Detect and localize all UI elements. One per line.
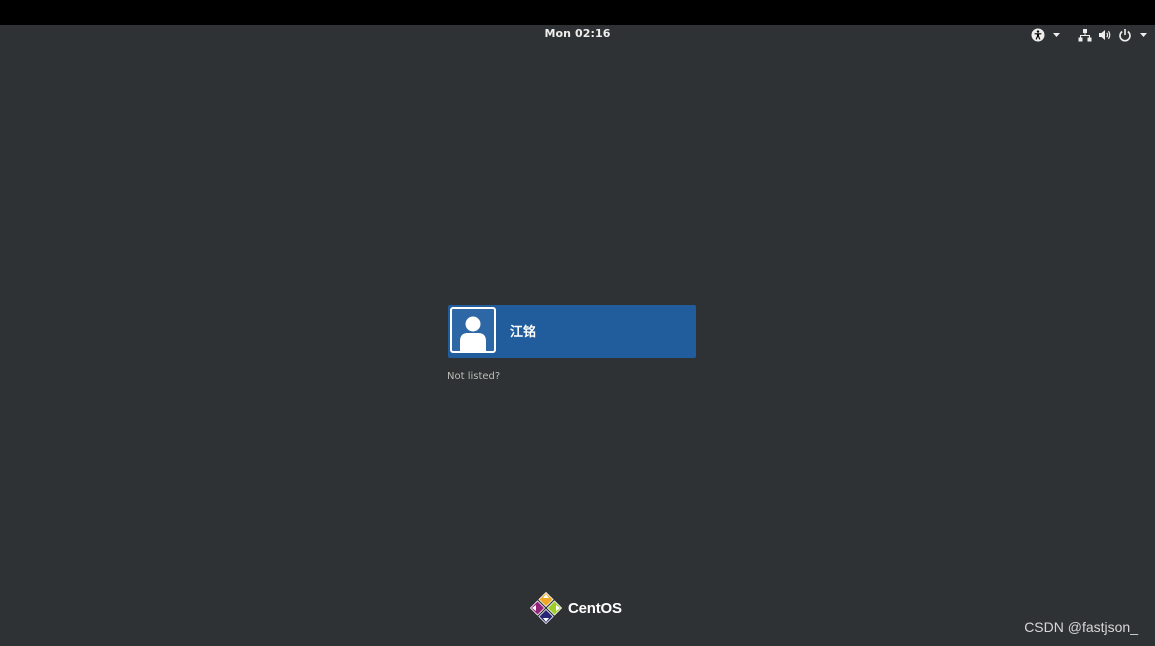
clock[interactable]: Mon 02:16 <box>0 27 1155 40</box>
chevron-down-icon <box>1140 33 1147 37</box>
accessibility-icon <box>1031 28 1045 42</box>
centos-logo-icon <box>530 592 562 624</box>
user-list-item[interactable]: 江铭 <box>448 305 696 358</box>
chevron-down-icon <box>1053 33 1060 37</box>
system-status-area <box>1031 27 1147 43</box>
top-bar <box>0 0 1155 25</box>
network-icon <box>1078 29 1092 42</box>
watermark: CSDN @fastjson_ <box>1024 619 1138 635</box>
user-name: 江铭 <box>510 325 537 340</box>
default-user-avatar-icon <box>450 307 496 353</box>
system-menu[interactable] <box>1078 28 1147 42</box>
distributor-logo: CentOS <box>530 591 622 625</box>
volume-icon <box>1099 30 1111 40</box>
login-screen: Mon 02:16 江铭 Not listed? CentOS CSDN @fa… <box>0 0 1155 646</box>
power-icon <box>1119 29 1131 42</box>
distributor-name: CentOS <box>568 599 622 617</box>
not-listed-link[interactable]: Not listed? <box>447 371 500 382</box>
accessibility-menu[interactable] <box>1031 28 1060 42</box>
